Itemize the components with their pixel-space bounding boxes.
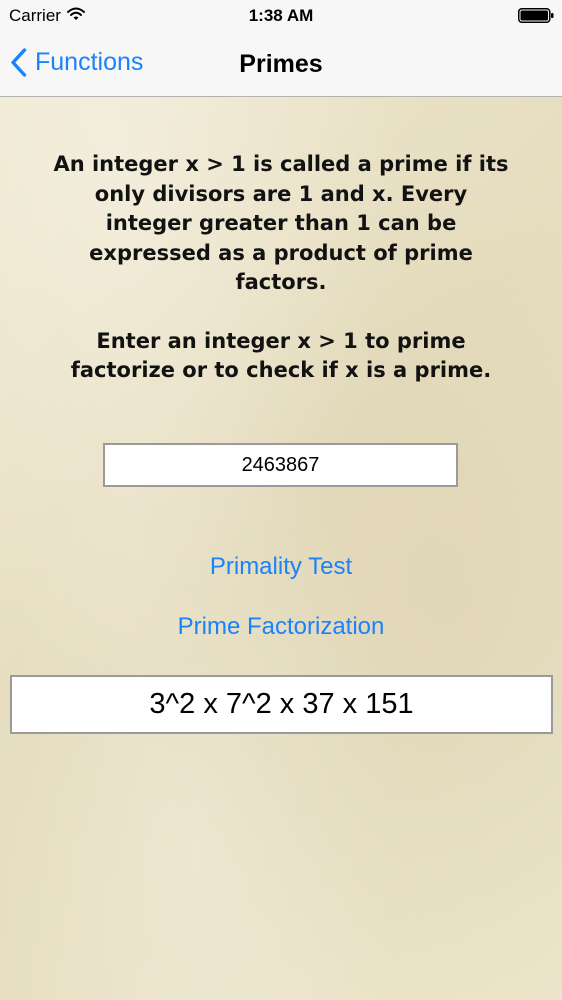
result-text: 3^2 x 7^2 x 37 x 151 bbox=[149, 688, 414, 720]
result-field: 3^2 x 7^2 x 37 x 151 bbox=[10, 675, 553, 734]
navigation-bar: Functions Primes bbox=[0, 32, 562, 97]
prime-factorization-button[interactable]: Prime Factorization bbox=[0, 612, 562, 642]
integer-input[interactable] bbox=[103, 443, 458, 487]
battery-icon bbox=[518, 8, 554, 23]
description-text: An integer x > 1 is called a prime if it… bbox=[50, 150, 512, 386]
description-paragraph-instruction: Enter an integer x > 1 to prime factoriz… bbox=[70, 328, 492, 383]
description-paragraph-definition: An integer x > 1 is called a prime if it… bbox=[53, 152, 509, 294]
status-time: 1:38 AM bbox=[248, 6, 314, 25]
status-bar: Carrier 1:38 AM bbox=[0, 0, 562, 32]
primality-test-button[interactable]: Primality Test bbox=[0, 552, 562, 582]
page-title: Primes bbox=[239, 50, 323, 78]
